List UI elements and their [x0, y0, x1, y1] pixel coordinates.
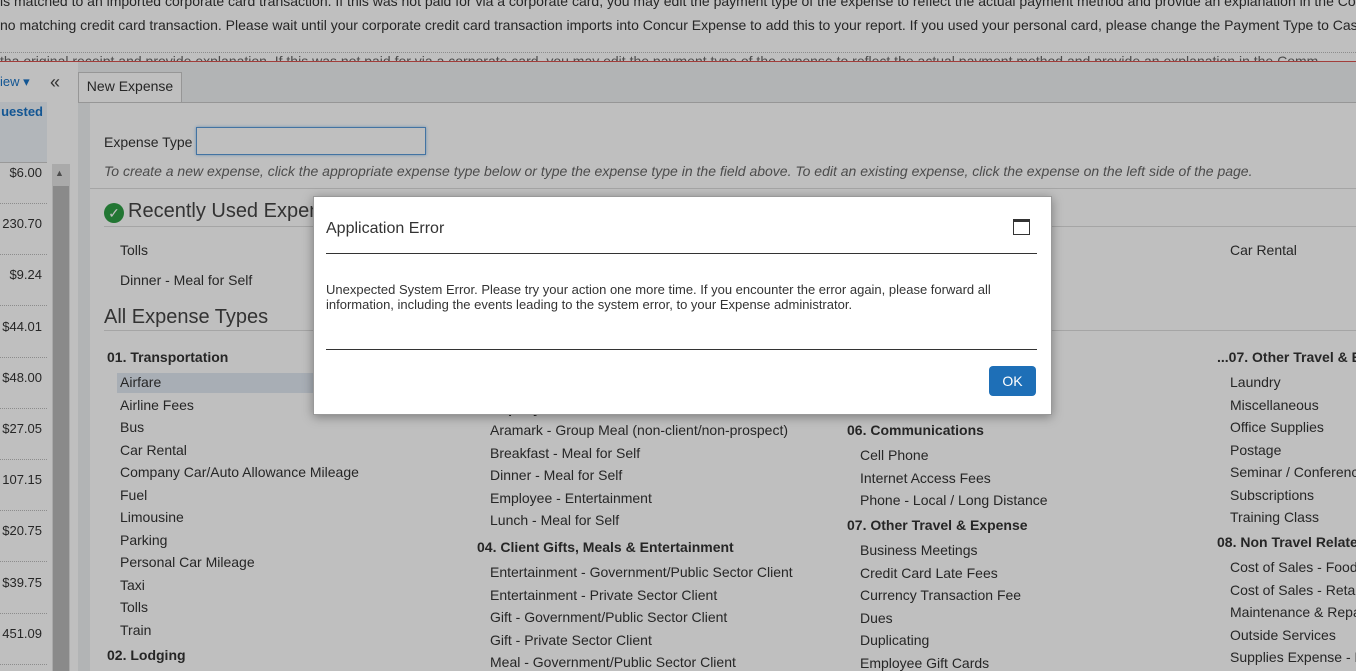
dialog-title: Application Error	[326, 220, 445, 237]
error-message: Unexpected System Error. Please try your…	[326, 282, 991, 312]
dialog-divider	[326, 253, 1037, 254]
dialog-divider	[326, 349, 1037, 350]
ok-button[interactable]: OK	[989, 366, 1036, 396]
application-error-dialog: Application Error Unexpected System Erro…	[313, 196, 1052, 415]
window-maximize-icon[interactable]	[1013, 219, 1030, 235]
